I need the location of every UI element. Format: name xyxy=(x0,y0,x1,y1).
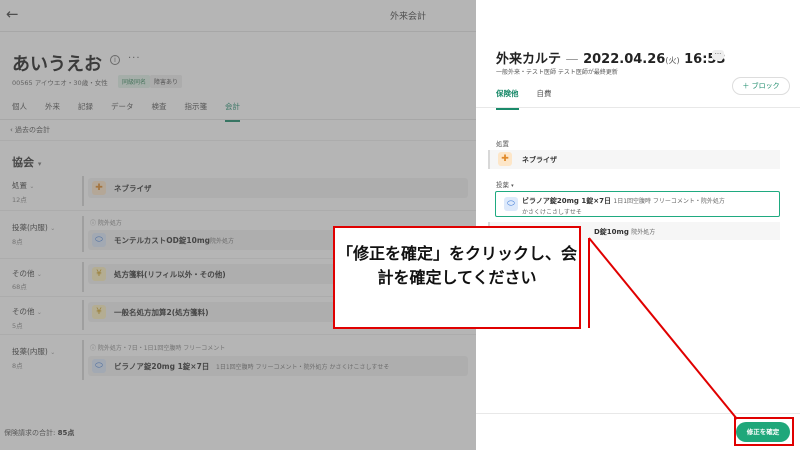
section-label: 処置 xyxy=(496,140,509,148)
accounting-page: ← 外来会計 あいうえお i ··· 00565 アイウエオ・30歳・女性 同級… xyxy=(0,0,476,450)
divider xyxy=(476,413,800,414)
bandage-icon: ✚ xyxy=(498,152,512,166)
divider xyxy=(476,107,800,108)
more-options-icon[interactable]: ··· xyxy=(712,50,724,60)
instruction-callout: 「修正を確定」をクリックし、会計を確定してください xyxy=(333,226,581,329)
item-label: ネブライザ xyxy=(522,156,557,164)
instruction-text: 「修正を確定」をクリックし、会計を確定してください xyxy=(336,244,577,287)
karte-title: 外来カルテ — 2022.04.26(火) 16:53 xyxy=(496,52,726,67)
add-block-button[interactable]: ＋ ブロック xyxy=(732,77,790,95)
highlight-box xyxy=(734,417,794,446)
modal-overlay[interactable] xyxy=(0,0,476,450)
list-item[interactable]: ✚ ネブライザ xyxy=(488,150,780,169)
selected-list-item[interactable]: ⬭ ビラノア錠20mg 1錠×7日 1日1回空腹時 フリーコメント・院外処方 か… xyxy=(495,191,780,217)
pill-icon: ⬭ xyxy=(504,197,518,211)
section-label: 投薬 ▾ xyxy=(496,181,514,189)
karte-meta: 一般外来・テスト医師 テスト医師が最終更新 xyxy=(496,69,618,76)
item-note: かさくけこさしすせそ xyxy=(522,209,582,216)
karte-panel: 外来カルテ — 2022.04.26(火) 16:53 ··· 一般外来・テスト… xyxy=(476,0,800,450)
